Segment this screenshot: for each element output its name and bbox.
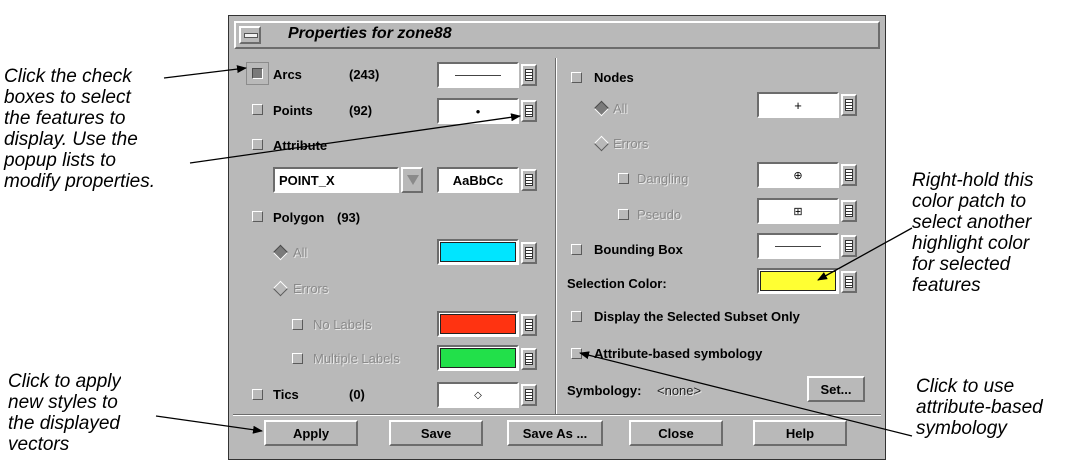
arrow-to-popup-list: [189, 113, 521, 164]
arrow-to-arcs-checkbox: [163, 65, 247, 79]
arrow-to-attribute-symbology: [579, 351, 913, 437]
arrow-to-selection-color: [817, 227, 913, 281]
callout-arrows: [155, 65, 913, 437]
arrow-to-apply-button: [155, 415, 263, 434]
